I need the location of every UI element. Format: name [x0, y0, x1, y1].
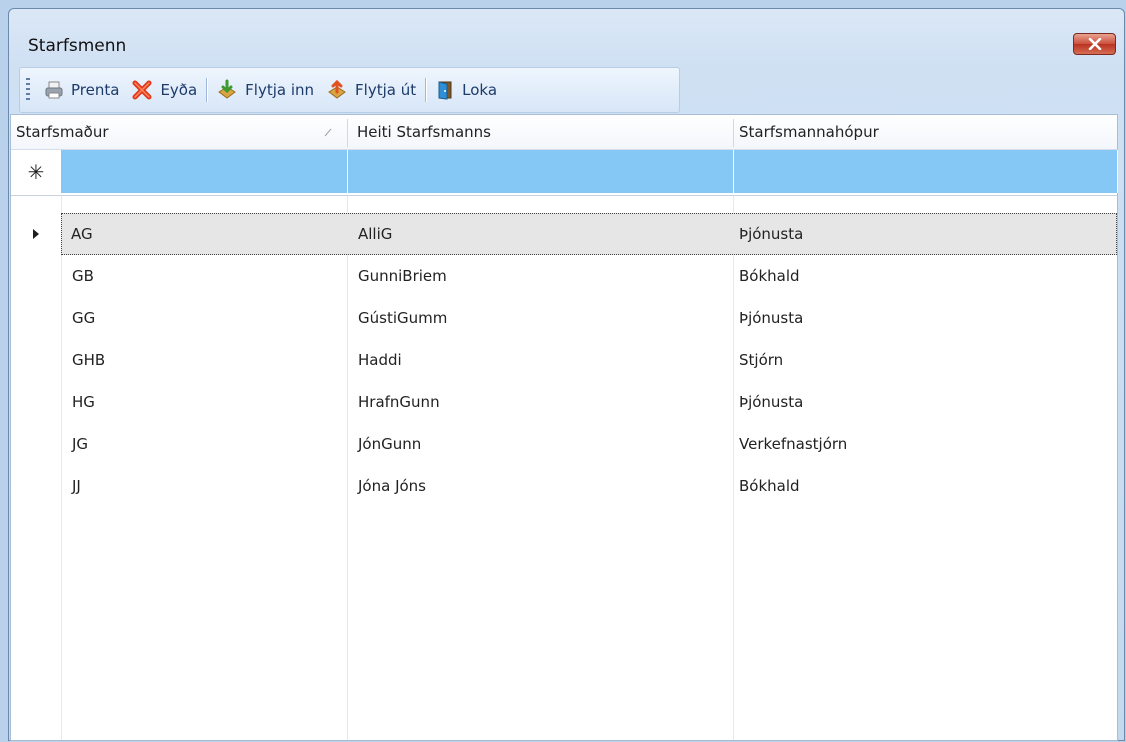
cell-code[interactable]: HG — [72, 381, 95, 423]
cell-name[interactable]: AlliG — [358, 213, 392, 255]
close-label: Loka — [462, 81, 498, 99]
cell-code[interactable]: GHB — [72, 339, 105, 381]
new-row-asterisk-icon: ✳ — [27, 159, 45, 184]
cell-group[interactable]: Verkefnastjórn — [739, 423, 847, 465]
sort-indicator-icon — [324, 128, 332, 137]
delete-button[interactable]: Eyða — [125, 75, 203, 105]
selection-highlight — [61, 213, 1117, 255]
new-row[interactable]: ✳ — [11, 150, 1118, 193]
cell-code[interactable]: GB — [72, 255, 94, 297]
column-header-heiti-starfsmanns[interactable]: Heiti Starfsmanns — [357, 115, 491, 149]
print-label: Prenta — [71, 81, 120, 99]
column-header-starfsmannahopur[interactable]: Starfsmannahópur — [739, 115, 879, 149]
table-row[interactable]: JG JónGunn Verkefnastjórn — [11, 423, 1117, 465]
import-arrow-icon — [218, 79, 237, 99]
printer-icon — [45, 81, 63, 99]
new-row-cell[interactable] — [61, 150, 348, 193]
column-separator[interactable] — [347, 119, 348, 147]
import-button[interactable]: Flytja inn — [210, 75, 320, 105]
cell-code[interactable]: GG — [72, 297, 95, 339]
cell-group[interactable]: Þjónusta — [739, 297, 803, 339]
import-label: Flytja inn — [245, 81, 315, 99]
table-row[interactable]: HG HrafnGunn Þjónusta — [11, 381, 1117, 423]
cell-group[interactable]: Þjónusta — [739, 381, 803, 423]
employee-grid: Starfsmaður Heiti Starfsmanns Starfsmann… — [10, 114, 1118, 741]
print-button[interactable]: Prenta — [38, 75, 125, 105]
table-row-selected[interactable]: AG AlliG Þjónusta — [11, 213, 1117, 255]
close-window-button[interactable] — [1073, 33, 1116, 55]
toolbar-separator — [425, 78, 427, 102]
close-icon — [1088, 38, 1101, 50]
grid-header: Starfsmaður Heiti Starfsmanns Starfsmann… — [11, 115, 1117, 150]
window-title: Starfsmenn — [28, 36, 127, 56]
new-row-cell[interactable] — [348, 150, 734, 193]
cell-group[interactable]: Stjórn — [739, 339, 783, 381]
current-row-arrow-icon — [33, 229, 39, 239]
cell-name[interactable]: Jóna Jóns — [358, 465, 426, 507]
export-arrow-icon — [328, 79, 346, 99]
cell-code[interactable]: JJ — [72, 465, 81, 507]
close-button[interactable]: Loka — [429, 75, 503, 105]
cell-name[interactable]: GunniBriem — [358, 255, 447, 297]
cell-name[interactable]: Haddi — [358, 339, 402, 381]
table-row[interactable]: GB GunniBriem Bókhald — [11, 255, 1117, 297]
cell-name[interactable]: HrafnGunn — [358, 381, 440, 423]
new-row-cell[interactable] — [734, 150, 1118, 193]
cell-group[interactable]: Bókhald — [739, 465, 800, 507]
red-x-delete-icon — [132, 80, 152, 100]
export-button[interactable]: Flytja út — [320, 75, 422, 105]
export-label: Flytja út — [355, 81, 417, 99]
cell-code[interactable]: AG — [71, 213, 93, 255]
cell-group[interactable]: Þjónusta — [739, 213, 803, 255]
toolbar: Prenta Eyða Flytja inn Flytja út Loka — [19, 67, 680, 113]
column-header-starfsmadur[interactable]: Starfsmaður — [16, 115, 109, 149]
cell-group[interactable]: Bókhald — [739, 255, 800, 297]
table-row[interactable]: GHB Haddi Stjórn — [11, 339, 1117, 381]
cell-code[interactable]: JG — [72, 423, 88, 465]
exit-door-icon — [438, 81, 452, 100]
column-separator[interactable] — [733, 119, 734, 147]
toolbar-separator — [206, 78, 208, 102]
toolbar-grip[interactable] — [26, 78, 30, 102]
starfsmenn-window: Starfsmenn Prenta Eyða Flytja inn Flytja… — [8, 8, 1125, 741]
delete-label: Eyða — [160, 81, 198, 99]
divider — [11, 195, 1117, 196]
cell-name[interactable]: GústiGumm — [358, 297, 447, 339]
table-row[interactable]: JJ Jóna Jóns Bókhald — [11, 465, 1117, 507]
cell-name[interactable]: JónGunn — [358, 423, 421, 465]
title-bar: Starfsmenn — [9, 9, 1124, 67]
table-row[interactable]: GG GústiGumm Þjónusta — [11, 297, 1117, 339]
